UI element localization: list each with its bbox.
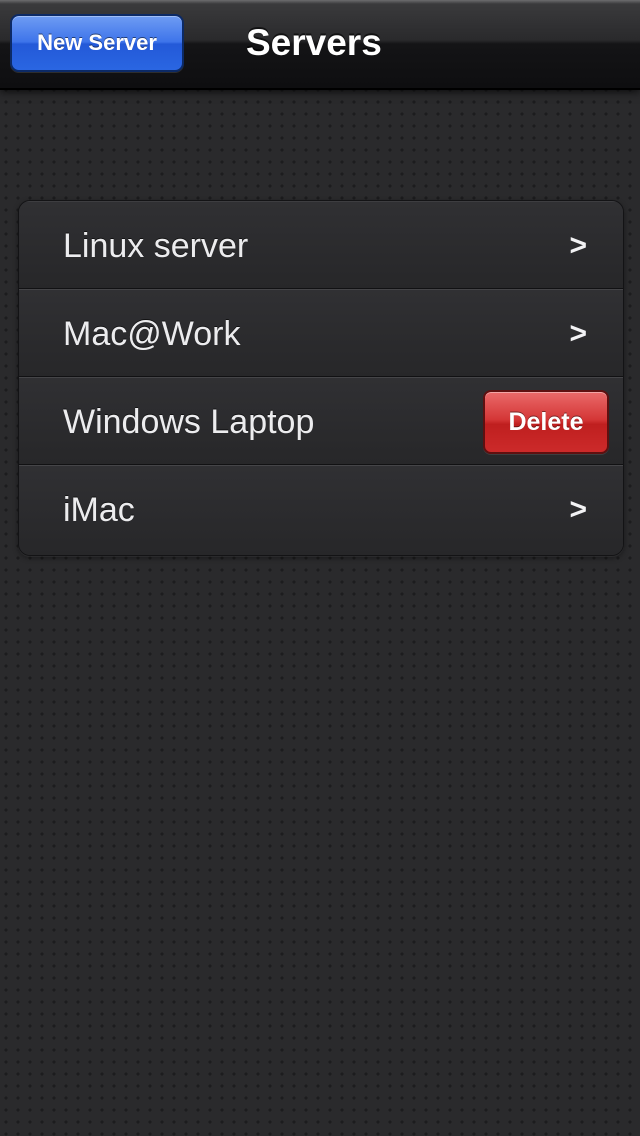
server-name: iMac [63,491,135,529]
new-server-button[interactable]: New Server [10,14,184,72]
server-row-imac[interactable]: iMac > [19,465,623,555]
server-name: Linux server [63,227,249,265]
chevron-right-icon: > [569,493,587,526]
navigation-bar: New Server Servers [0,0,640,90]
chevron-right-icon: > [569,317,587,350]
page-title: Servers [246,22,382,63]
server-name: Windows Laptop [63,403,315,441]
server-row-mac-at-work[interactable]: Mac@Work > [19,289,623,377]
chevron-right-icon: > [569,229,587,262]
server-row-linux-server[interactable]: Linux server > [19,201,623,289]
delete-button[interactable]: Delete [483,390,609,454]
server-name: Mac@Work [63,315,241,353]
server-list: Linux server > Mac@Work > Windows Laptop… [18,200,624,556]
server-row-windows-laptop[interactable]: Windows Laptop Delete [19,377,623,465]
